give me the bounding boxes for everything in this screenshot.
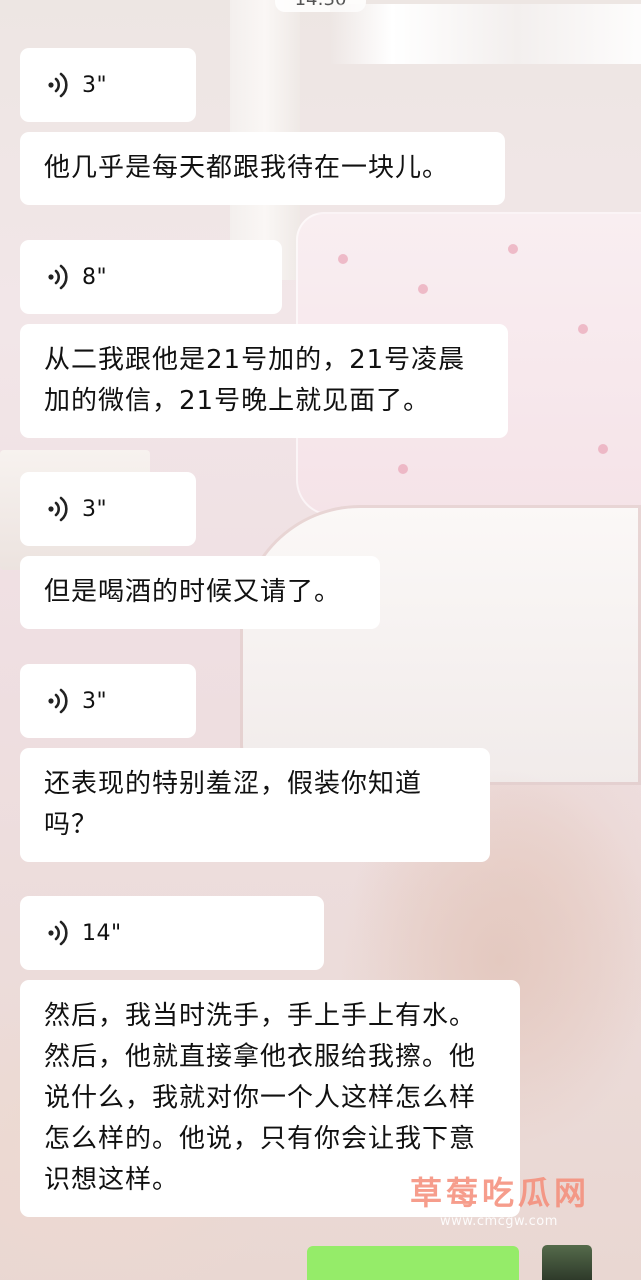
background-chair	[240, 505, 641, 785]
voice-message[interactable]: 8"	[20, 240, 282, 314]
message-text: 还表现的特别羞涩，假装你知道吗？	[44, 769, 423, 840]
voice-duration: 14"	[82, 920, 122, 946]
voice-wave-icon	[48, 264, 68, 290]
self-message-bubble[interactable]	[307, 1246, 519, 1280]
message-text: 然后，我当时洗手，手上手上有水。然后，他就直接拿他衣服给我擦。他说什么，我就对你…	[44, 1001, 477, 1195]
text-message[interactable]: 但是喝酒的时候又请了。	[20, 556, 380, 629]
text-message[interactable]: 还表现的特别羞涩，假装你知道吗？	[20, 748, 490, 862]
voice-message[interactable]: 3"	[20, 664, 196, 738]
voice-duration: 3"	[82, 496, 108, 522]
avatar[interactable]	[542, 1245, 592, 1280]
text-message[interactable]: 从二我跟他是21号加的，21号凌晨加的微信，21号晚上就见面了。	[20, 324, 508, 438]
voice-duration: 3"	[82, 688, 108, 714]
voice-message[interactable]: 14"	[20, 896, 324, 970]
message-text: 他几乎是每天都跟我待在一块儿。	[44, 153, 450, 183]
voice-duration: 3"	[82, 72, 108, 98]
redacted-area	[330, 4, 641, 64]
text-message[interactable]: 他几乎是每天都跟我待在一块儿。	[20, 132, 505, 205]
watermark-url: www.cmcgw.com	[440, 1214, 558, 1229]
voice-message[interactable]: 3"	[20, 48, 196, 122]
voice-message[interactable]: 3"	[20, 472, 196, 546]
voice-wave-icon	[48, 688, 68, 714]
message-text: 从二我跟他是21号加的，21号凌晨加的微信，21号晚上就见面了。	[44, 345, 466, 416]
voice-wave-icon	[48, 920, 68, 946]
voice-wave-icon	[48, 496, 68, 522]
voice-duration: 8"	[82, 264, 108, 290]
message-text: 但是喝酒的时候又请了。	[44, 577, 342, 607]
watermark-logo: 草莓吃瓜网	[410, 1174, 591, 1212]
voice-wave-icon	[48, 72, 68, 98]
